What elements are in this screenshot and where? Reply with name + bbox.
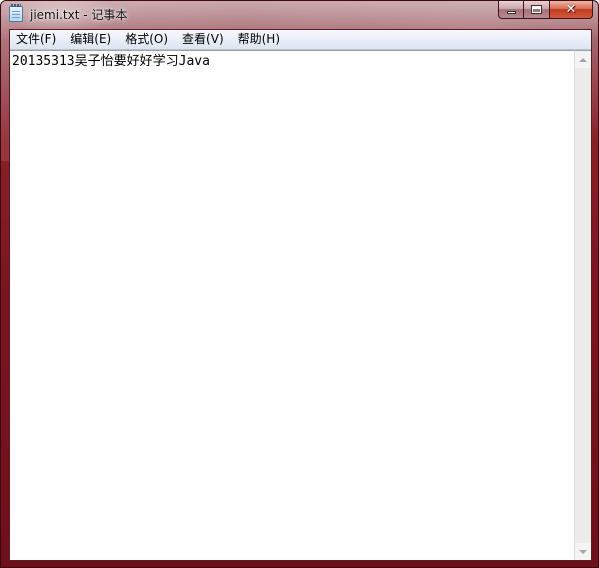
scroll-up-arrow-icon [579,57,587,62]
title-bar[interactable]: jiemi.txt - 记事本 ✕ [1,1,598,28]
menu-format[interactable]: 格式(O) [118,30,175,49]
minimize-button[interactable] [498,1,524,19]
scroll-up-button[interactable] [575,51,591,68]
editor-content[interactable]: 20135313吴子怡要好好学习Java [12,54,210,70]
maximize-button[interactable] [524,1,550,19]
notepad-icon[interactable] [9,4,23,22]
window-controls: ✕ [498,1,593,20]
notepad-window: jiemi.txt - 记事本 ✕ 文件(F) 编辑(E) 格式(O) 查看(V… [0,0,599,568]
menu-view[interactable]: 查看(V) [175,30,231,49]
minimize-icon [507,11,516,14]
close-button[interactable]: ✕ [550,1,593,19]
menu-edit[interactable]: 编辑(E) [63,30,118,49]
vertical-scrollbar[interactable] [574,50,591,560]
close-icon: ✕ [565,2,577,17]
scroll-track[interactable] [575,68,591,543]
menu-help[interactable]: 帮助(H) [231,30,287,49]
scroll-down-button[interactable] [575,543,591,560]
maximize-icon [531,5,542,14]
client-area: 文件(F) 编辑(E) 格式(O) 查看(V) 帮助(H) 20135313吴子… [9,29,592,561]
window-title: jiemi.txt - 记事本 [30,8,128,22]
menu-file[interactable]: 文件(F) [10,30,63,49]
text-editor[interactable]: 20135313吴子怡要好好学习Java [10,50,575,560]
menu-bar: 文件(F) 编辑(E) 格式(O) 查看(V) 帮助(H) [10,30,591,50]
scroll-down-arrow-icon [579,549,587,554]
